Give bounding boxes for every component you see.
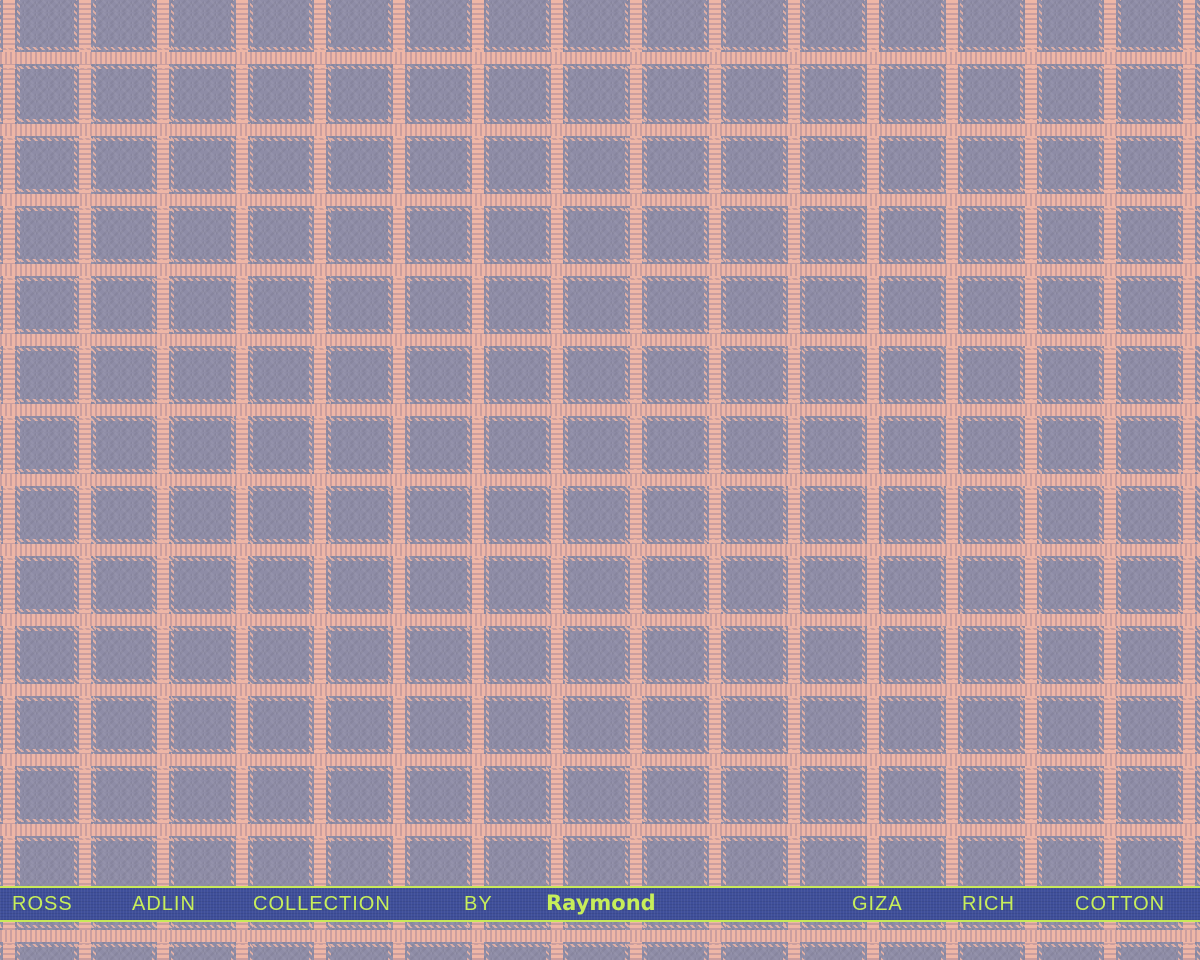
check-line-horizontal [0,925,1200,947]
selvedge-word-adlin: ADLIN [132,893,196,915]
fabric-swatch: ROSS ADLIN COLLECTION BY Raymond GIZA RI… [0,0,1200,960]
check-line-horizontal [0,119,1200,141]
check-line-horizontal [0,679,1200,701]
selvedge-word-giza: GIZA [852,893,903,915]
check-line-horizontal [0,259,1200,281]
selvedge-word-collection: COLLECTION [253,893,391,915]
selvedge-word-ross: ROSS [12,893,73,915]
selvedge-band: ROSS ADLIN COLLECTION BY Raymond GIZA RI… [0,886,1200,922]
check-line-horizontal [0,469,1200,491]
check-line-horizontal [0,819,1200,841]
check-line-horizontal [0,749,1200,771]
check-line-horizontal [0,539,1200,561]
selvedge-word-cotton: COTTON [1075,893,1166,915]
check-line-horizontal [0,47,1200,69]
check-line-horizontal [0,609,1200,631]
check-line-horizontal [0,399,1200,421]
selvedge-word-rich: RICH [962,893,1015,915]
brand-logo-raymond: Raymond [546,891,656,915]
selvedge-word-by: BY [464,893,493,915]
check-line-horizontal [0,329,1200,351]
check-line-horizontal [0,189,1200,211]
